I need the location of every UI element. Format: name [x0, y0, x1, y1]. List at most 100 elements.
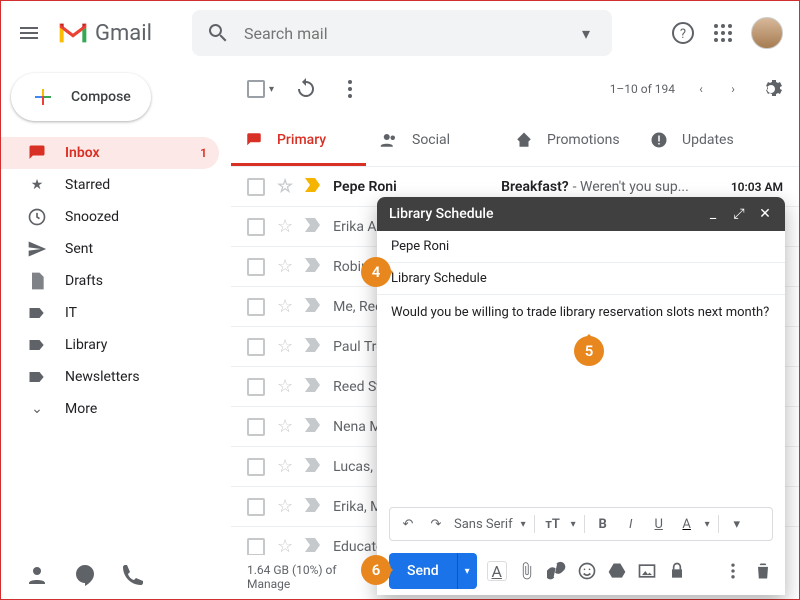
drive-icon[interactable] [607, 561, 627, 581]
row-checkbox[interactable] [247, 218, 265, 236]
sidebar-item-label: More [65, 401, 97, 417]
more-options-icon[interactable] [723, 561, 743, 581]
time: 10:03 AM [713, 180, 783, 194]
send-button[interactable]: Send [389, 553, 457, 589]
settings-icon[interactable] [759, 77, 783, 101]
compose-to-field[interactable]: Pepe Roni [377, 231, 785, 263]
photo-icon[interactable] [637, 561, 657, 581]
italic-icon[interactable]: I [621, 514, 641, 534]
search-bar[interactable]: ▾ [192, 10, 612, 56]
importance-icon[interactable] [305, 298, 321, 316]
format-toolbar: ↶ ↷ Sans Serif▾ тT▾ B I U A▾ ▾ [389, 507, 773, 541]
star-icon[interactable]: ☆ [277, 336, 293, 357]
row-checkbox[interactable] [247, 258, 265, 276]
sidebar-item-sent[interactable]: Sent [1, 233, 219, 265]
tab-label: Promotions [547, 132, 620, 148]
importance-icon[interactable] [305, 418, 321, 436]
sidebar-item-library[interactable]: Library [1, 329, 219, 361]
sidebar-item-snoozed[interactable]: Snoozed [1, 201, 219, 233]
compose-window: Library Schedule _ ⤢ ✕ Pepe Roni Library… [377, 197, 785, 595]
row-checkbox[interactable] [247, 458, 265, 476]
help-icon[interactable]: ? [671, 21, 695, 45]
gmail-logo[interactable]: Gmail [57, 21, 152, 46]
select-all-checkbox[interactable] [247, 80, 265, 98]
compose-button[interactable]: Compose [11, 73, 151, 121]
tab-primary[interactable]: Primary [231, 113, 366, 166]
row-checkbox[interactable] [247, 498, 265, 516]
row-checkbox[interactable] [247, 298, 265, 316]
sidebar-item-inbox[interactable]: Inbox 1 [1, 137, 219, 169]
link-icon[interactable] [547, 561, 567, 581]
tab-label: Updates [682, 132, 734, 148]
importance-icon[interactable] [305, 538, 321, 556]
compose-subject-field[interactable]: Library Schedule [377, 263, 785, 295]
bold-icon[interactable]: B [593, 514, 613, 534]
text-color-icon[interactable]: A [677, 514, 697, 534]
select-dropdown-icon[interactable]: ▾ [269, 84, 274, 95]
prev-page-icon[interactable]: ‹ [689, 77, 713, 101]
tab-social[interactable]: Social [366, 113, 501, 166]
sidebar-item-newsletters[interactable]: Newsletters [1, 361, 219, 393]
confidential-icon[interactable] [667, 561, 687, 581]
font-size-icon[interactable]: тT [543, 514, 563, 534]
inbox-icon [27, 143, 47, 163]
star-icon[interactable]: ☆ [277, 216, 293, 237]
compose-body[interactable]: Would you be willing to trade library re… [377, 295, 785, 507]
person-icon[interactable] [25, 563, 49, 587]
apps-icon[interactable] [711, 21, 735, 45]
redo-icon[interactable]: ↷ [426, 514, 446, 534]
importance-icon[interactable] [305, 258, 321, 276]
row-checkbox[interactable] [247, 378, 265, 396]
star-icon[interactable]: ☆ [277, 296, 293, 317]
importance-icon[interactable] [305, 178, 321, 196]
search-dropdown-icon[interactable]: ▾ [574, 21, 598, 45]
importance-icon[interactable] [305, 378, 321, 396]
hangouts-icon[interactable] [73, 563, 97, 587]
font-select[interactable]: Sans Serif [454, 517, 513, 532]
importance-icon[interactable] [305, 498, 321, 516]
refresh-icon[interactable] [294, 77, 318, 101]
emoji-icon[interactable] [577, 561, 597, 581]
star-icon[interactable]: ☆ [277, 256, 293, 277]
sidebar-item-more[interactable]: ⌄More [1, 393, 219, 425]
sidebar: Compose Inbox 1 ★Starred Snoozed Sent Dr… [1, 65, 231, 599]
importance-icon[interactable] [305, 338, 321, 356]
text-format-icon[interactable]: A [487, 561, 507, 581]
search-input[interactable] [244, 24, 574, 43]
send-dropdown-icon[interactable]: ▾ [457, 553, 477, 589]
row-checkbox[interactable] [247, 338, 265, 356]
more-icon[interactable] [338, 77, 362, 101]
expand-icon[interactable]: ⤢ [731, 206, 747, 222]
minimize-icon[interactable]: _ [705, 206, 721, 222]
star-icon[interactable]: ☆ [277, 456, 293, 477]
star-icon[interactable]: ☆ [277, 536, 293, 555]
star-icon[interactable]: ☆ [277, 416, 293, 437]
sidebar-item-drafts[interactable]: Drafts [1, 265, 219, 297]
phone-icon[interactable] [121, 563, 145, 587]
row-checkbox[interactable] [247, 178, 265, 196]
undo-icon[interactable]: ↶ [398, 514, 418, 534]
underline-icon[interactable]: U [649, 514, 669, 534]
menu-icon[interactable] [17, 21, 41, 45]
importance-icon[interactable] [305, 218, 321, 236]
star-icon[interactable]: ☆ [277, 496, 293, 517]
row-checkbox[interactable] [247, 418, 265, 436]
sidebar-item-starred[interactable]: ★Starred [1, 169, 219, 201]
star-icon[interactable]: ☆ [277, 176, 293, 197]
avatar[interactable] [751, 17, 783, 49]
sidebar-item-it[interactable]: IT [1, 297, 219, 329]
star-icon[interactable]: ☆ [277, 376, 293, 397]
sidebar-item-label: Newsletters [65, 369, 140, 385]
importance-icon[interactable] [305, 458, 321, 476]
next-page-icon[interactable]: › [721, 77, 745, 101]
attach-icon[interactable] [517, 561, 537, 581]
tab-promotions[interactable]: Promotions [501, 113, 636, 166]
sidebar-item-label: IT [65, 305, 77, 321]
page-count: 1–10 of 194 [610, 82, 675, 96]
close-icon[interactable]: ✕ [757, 206, 773, 222]
tab-updates[interactable]: Updates [636, 113, 771, 166]
callout-6: 6 [361, 555, 391, 585]
discard-icon[interactable] [753, 561, 773, 581]
row-checkbox[interactable] [247, 538, 265, 556]
format-more-icon[interactable]: ▾ [727, 514, 747, 534]
